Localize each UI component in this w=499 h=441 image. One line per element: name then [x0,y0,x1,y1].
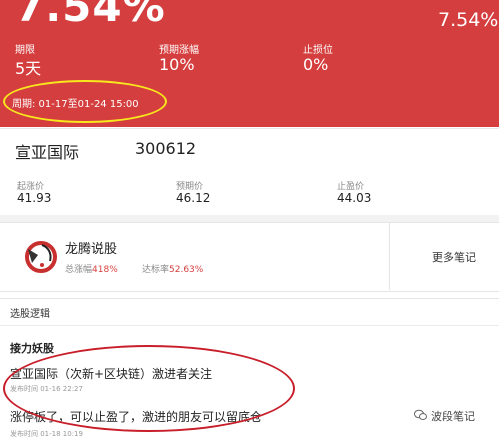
hit-rate-value: 52.63% [169,265,204,275]
expected-price-value: 46.12 [176,191,211,205]
total-gain-stat: 总涨幅418% [65,262,118,275]
expected-gain-value: 10% [159,55,195,74]
author-card[interactable] [0,222,499,292]
take-profit-value: 44.03 [337,191,372,205]
logic-section-header: 选股逻辑 [10,309,50,320]
author-divider [389,222,390,290]
stock-code: 300612 [135,139,197,158]
stop-loss-label: 止损位 [303,45,333,56]
note-time: 发布时间 01-18 10:19 [10,430,83,438]
term-label: 期限 [15,45,35,56]
big-gain-percent: 7.54% [15,0,166,31]
total-gain-value: 418% [92,265,118,275]
hit-rate-stat: 达标率52.63% [142,262,203,275]
total-gain-label: 总涨幅 [65,265,93,275]
term-value: 5天 [15,59,42,78]
red-highlight-ellipse [3,345,295,432]
author-name[interactable]: 龙腾说股 [65,238,117,257]
start-price-value: 41.93 [17,191,52,205]
stock-name[interactable]: 宣亚国际 [15,139,79,163]
logic-title: 接力妖股 [10,342,54,355]
current-gain-percent: 7.54% [438,9,499,31]
hit-rate-label: 达标率 [142,265,170,275]
wechat-icon [414,409,427,420]
watermark-text: 波段笔记 [431,410,475,423]
yellow-highlight-ellipse [3,80,167,123]
logic-divider [0,325,499,326]
stop-loss-value: 0% [303,55,329,74]
more-notes-button[interactable]: 更多笔记 [432,249,476,265]
expected-gain-label: 预期涨幅 [159,45,199,56]
header-panel: 7.54% 7.54% 期限 5天 预期涨幅 10% 止损位 0% 周期: 01… [0,0,499,127]
author-avatar[interactable] [22,237,60,275]
